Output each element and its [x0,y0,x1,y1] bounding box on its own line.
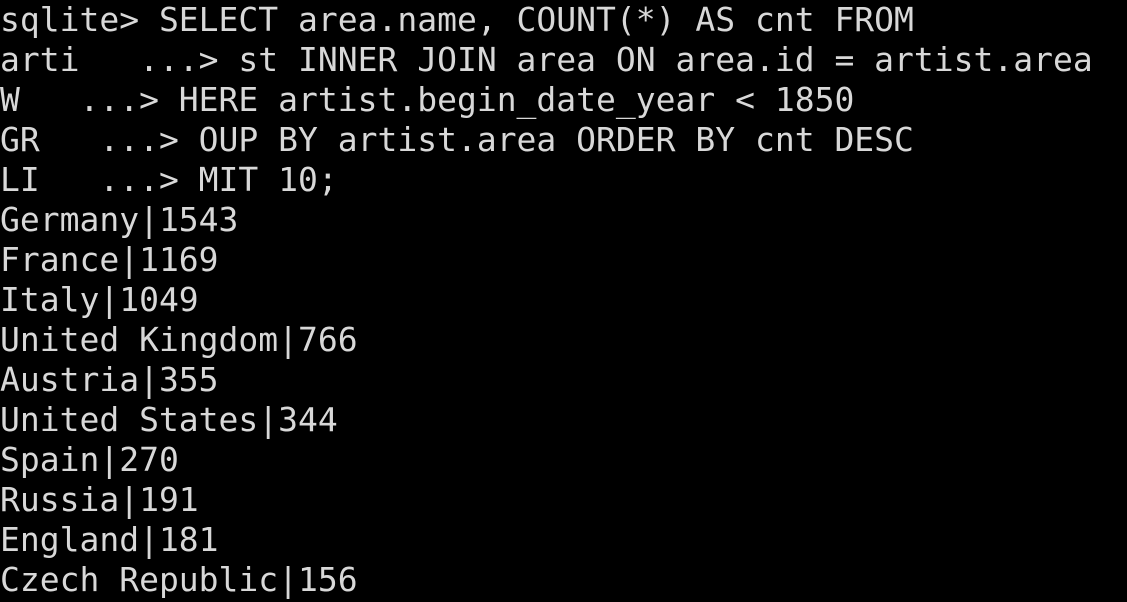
result-text: Czech Republic|156 [0,560,358,599]
result-row: Germany|1543 [0,200,1127,240]
result-row: Austria|355 [0,360,1127,400]
result-row: Czech Republic|156 [0,560,1127,600]
result-text: United Kingdom|766 [0,320,358,359]
terminal-window[interactable]: sqlite> SELECT area.name, COUNT(*) AS cn… [0,0,1127,602]
continuation-line: W ...> HERE artist.begin_date_year < 185… [0,80,1127,120]
command-text: sqlite> SELECT area.name, COUNT(*) AS cn… [0,0,914,39]
result-row: United Kingdom|766 [0,320,1127,360]
continuation-line: LI ...> MIT 10; [0,160,1127,200]
result-row: Spain|270 [0,440,1127,480]
result-row: Russia|191 [0,480,1127,520]
result-text: Russia|191 [0,480,199,519]
command-text: W ...> HERE artist.begin_date_year < 185… [0,80,855,119]
result-row: United States|344 [0,400,1127,440]
result-text: United States|344 [0,400,338,439]
result-text: Germany|1543 [0,200,239,239]
command-line: sqlite> SELECT area.name, COUNT(*) AS cn… [0,0,1127,40]
result-text: England|181 [0,520,219,559]
result-text: Spain|270 [0,440,179,479]
command-text: LI ...> MIT 10; [0,160,338,199]
result-row: England|181 [0,520,1127,560]
result-row: France|1169 [0,240,1127,280]
result-row: Italy|1049 [0,280,1127,320]
result-text: France|1169 [0,240,219,279]
continuation-line: GR ...> OUP BY artist.area ORDER BY cnt … [0,120,1127,160]
command-text: GR ...> OUP BY artist.area ORDER BY cnt … [0,120,914,159]
result-text: Austria|355 [0,360,219,399]
command-text: arti ...> st INNER JOIN area ON area.id … [0,40,1093,79]
result-text: Italy|1049 [0,280,199,319]
continuation-line: arti ...> st INNER JOIN area ON area.id … [0,40,1127,80]
